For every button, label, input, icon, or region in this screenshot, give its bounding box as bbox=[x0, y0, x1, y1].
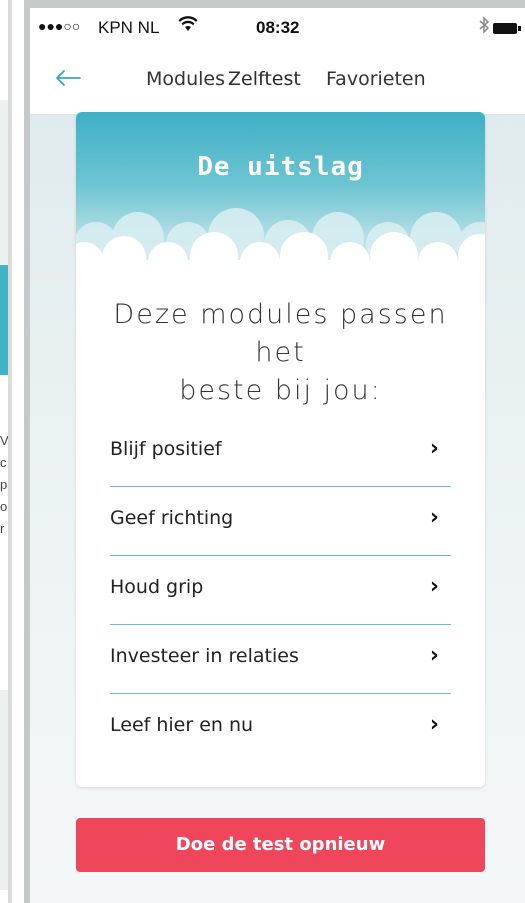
battery-tip bbox=[518, 26, 521, 31]
battery-icon bbox=[493, 23, 517, 34]
cloud-decoration bbox=[76, 208, 485, 274]
module-label: Geef richting bbox=[110, 507, 234, 529]
previous-screen-text-line: c bbox=[0, 455, 7, 470]
chevron-right-icon: › bbox=[429, 436, 439, 461]
tab-modules[interactable]: Modules bbox=[146, 68, 225, 104]
module-item-leef-hier-en-nu[interactable]: Leef hier en nu › bbox=[110, 694, 451, 762]
module-item-blijf-positief[interactable]: Blijf positief › bbox=[110, 418, 451, 487]
result-card: De uitslag Deze modules passen het beste… bbox=[76, 112, 485, 787]
module-item-geef-richting[interactable]: Geef richting › bbox=[110, 487, 451, 556]
tab-zelftest[interactable]: Zelftest bbox=[228, 68, 301, 104]
module-item-houd-grip[interactable]: Houd grip › bbox=[110, 556, 451, 625]
heading-line: Deze modules passen bbox=[113, 299, 448, 330]
top-navigation: Modules Zelftest Favorieten bbox=[30, 48, 525, 115]
previous-screen-text-line: p bbox=[0, 477, 8, 492]
module-list: Blijf positief › Geef richting › Houd gr… bbox=[76, 418, 485, 762]
clock-time: 08:32 bbox=[256, 18, 300, 37]
previous-screen-grey-block bbox=[0, 100, 8, 265]
previous-screen-text: V c p o r bbox=[0, 430, 8, 540]
arrow-left-icon[interactable] bbox=[54, 64, 90, 100]
status-bar: ●●●○○ KPN NL 08:32 bbox=[30, 8, 525, 48]
module-label: Investeer in relaties bbox=[110, 645, 299, 667]
previous-screen-footer bbox=[0, 690, 8, 890]
module-item-investeer-in-relaties[interactable]: Investeer in relaties › bbox=[110, 625, 451, 694]
bluetooth-icon bbox=[478, 16, 490, 39]
retry-test-button[interactable]: Doe de test opnieuw bbox=[76, 818, 485, 872]
heading-line: beste bij jou: bbox=[179, 375, 382, 406]
previous-screen-teal-block bbox=[0, 265, 8, 375]
previous-screen-text-line: V bbox=[0, 433, 8, 448]
previous-screen-text-line: r bbox=[0, 521, 5, 536]
phone-screen: ●●●○○ KPN NL 08:32 Modules Zelftest Favo… bbox=[30, 8, 525, 903]
chevron-right-icon: › bbox=[429, 574, 439, 599]
chevron-right-icon: › bbox=[429, 712, 439, 737]
carrier-name: KPN NL bbox=[98, 18, 160, 37]
previous-screen-text-line: o bbox=[0, 499, 8, 514]
chevron-right-icon: › bbox=[429, 505, 439, 530]
card-header: De uitslag bbox=[76, 112, 485, 274]
module-label: Blijf positief bbox=[110, 438, 222, 460]
card-title: De uitslag bbox=[197, 152, 364, 182]
tab-favorieten[interactable]: Favorieten bbox=[326, 68, 426, 104]
previous-screen-top bbox=[0, 0, 8, 100]
result-heading: Deze modules passen het beste bij jou: bbox=[96, 296, 465, 410]
signal-strength: ●●●○○ bbox=[38, 18, 81, 34]
previous-screen-sliver: V c p o r bbox=[0, 0, 12, 903]
chevron-right-icon: › bbox=[429, 643, 439, 668]
previous-screen-body: V c p o r bbox=[0, 0, 8, 903]
wifi-icon bbox=[178, 16, 198, 37]
module-label: Leef hier en nu bbox=[110, 714, 254, 736]
module-label: Houd grip bbox=[110, 576, 204, 598]
heading-line: het bbox=[255, 337, 306, 368]
